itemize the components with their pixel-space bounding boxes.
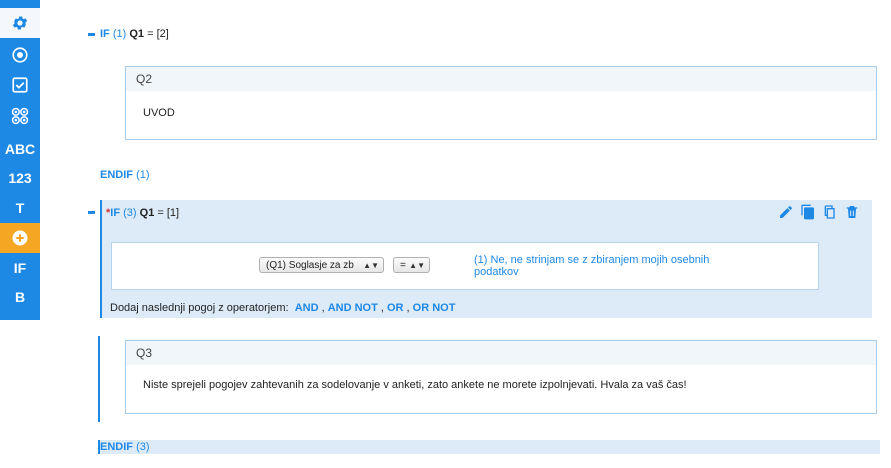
if-condition-value: = [2] [147,28,169,40]
endif-keyword: ENDIF [100,169,133,181]
condition-answer-link[interactable]: (1) Ne, ne strinjam se z zbiranjem mojih… [474,254,734,278]
checkbox-icon [12,77,28,93]
sidebar-item-multigrid[interactable] [0,101,40,131]
endif-line: ENDIF (3) [98,440,880,454]
endif-keyword: ENDIF [100,441,133,453]
sidebar-item-if[interactable]: IF [0,253,40,283]
if-number: (3) [123,207,137,219]
op-and-not[interactable]: AND NOT [328,302,378,314]
copy-icon[interactable] [800,204,816,220]
settings-button[interactable] [0,8,40,38]
operator-select-value: = [400,260,406,271]
gear-icon [12,16,28,30]
if-condition-line[interactable]: *IF (3) Q1 = [1] [106,207,179,219]
pencil-icon[interactable] [778,204,794,220]
if-keyword: IF [110,207,121,219]
if-variable: Q1 [129,28,145,40]
question-id: Q3 [126,341,876,365]
op-or-not[interactable]: OR NOT [413,302,456,314]
endif-number: (3) [136,441,150,453]
operators-label: Dodaj naslednji pogoj z operatorjem: [110,302,289,314]
question-box-q3[interactable]: Q3 Niste sprejeli pogojev zahtevanih za … [125,340,877,414]
condition-row: (Q1) Soglasje za zb ▲▼ = ▲▼ (1) Ne, ne str… [111,242,819,290]
op-or[interactable]: OR [387,302,404,314]
trash-icon[interactable] [844,204,860,220]
question-id: Q2 [126,67,876,91]
select-arrow-icon: ▲▼ [409,261,425,270]
if-condition-panel: *IF (3) Q1 = [1] (Q1) Soglasje za zb ▲▼ =… [100,200,872,318]
sidebar-item-radio[interactable] [0,40,40,70]
if-number: (1) [112,28,127,40]
duplicate-icon[interactable] [822,204,838,220]
operator-links: Dodaj naslednji pogoj z operatorjem: AND… [110,302,456,314]
sidebar-item-add[interactable] [0,223,40,253]
if-condition-value: = [1] [157,207,180,219]
question-select-value: (Q1) Soglasje za zb [266,260,354,271]
collapse-toggle[interactable] [88,211,95,214]
radio-icon [12,47,28,63]
endif-line: ENDIF (1) [100,169,150,181]
select-arrow-icon: ▲▼ [363,261,379,270]
sidebar-item-block[interactable]: B [0,282,40,312]
grid-circles-icon [11,107,29,125]
if-keyword: IF [100,28,110,40]
sidebar-item-text[interactable]: T [0,193,40,223]
toolbar [778,204,860,220]
if-condition-line[interactable]: IF (1) Q1 = [2] [100,28,169,40]
plus-circle-icon [12,230,28,246]
op-and[interactable]: AND [295,302,319,314]
sidebar-item-checkbox[interactable] [0,70,40,100]
question-box-q2[interactable]: Q2 UVOD [125,66,877,140]
sidebar-item-123[interactable]: 123 [0,163,40,193]
endif-number: (1) [136,169,150,181]
operator-select[interactable]: = ▲▼ [393,257,430,273]
question-text: Niste sprejeli pogojev zahtevanih za sod… [143,379,687,391]
block-indicator [98,336,100,422]
question-text: UVOD [143,107,175,119]
sidebar-item-abc[interactable]: ABC [0,134,40,164]
sidebar: ABC 123 T IF B [0,0,40,320]
question-select[interactable]: (Q1) Soglasje za zb ▲▼ [259,257,384,273]
if-variable: Q1 [139,207,155,219]
collapse-toggle[interactable] [88,33,95,36]
